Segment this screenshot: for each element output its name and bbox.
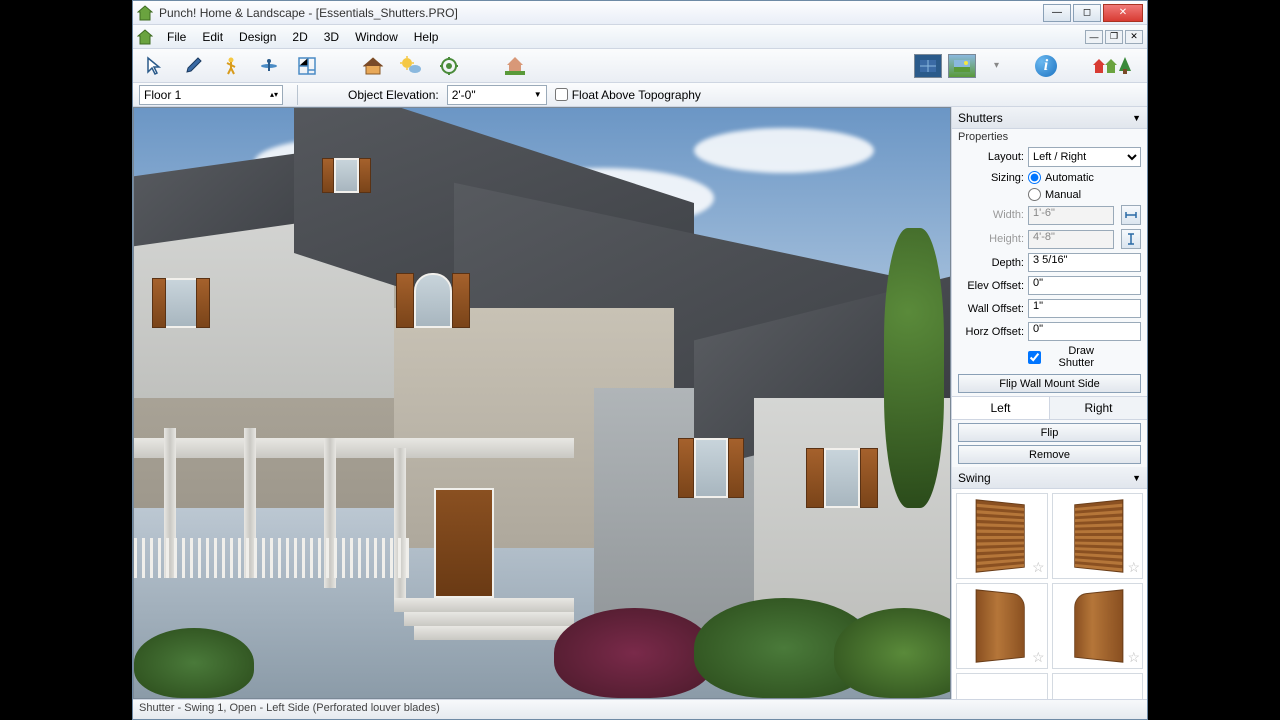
chevron-down-icon: ▼ xyxy=(534,90,542,99)
section-header-swing[interactable]: Swing ▼ xyxy=(952,467,1147,489)
section-title: Shutters xyxy=(958,111,1003,125)
tab-right[interactable]: Right xyxy=(1049,397,1147,419)
menu-2d[interactable]: 2D xyxy=(284,28,315,46)
titlebar: Punch! Home & Landscape - [Essentials_Sh… xyxy=(133,1,1147,25)
horz-offset-input[interactable]: 0" xyxy=(1028,322,1141,341)
mdi-close-button[interactable]: ✕ xyxy=(1125,30,1143,44)
blueprint-view-button[interactable] xyxy=(914,54,942,78)
close-button[interactable]: ✕ xyxy=(1103,4,1143,22)
front-door xyxy=(434,488,494,598)
properties-label: Properties xyxy=(952,129,1147,145)
menu-3d[interactable]: 3D xyxy=(316,28,347,46)
tab-left[interactable]: Left xyxy=(952,397,1049,419)
flip-wall-mount-button[interactable]: Flip Wall Mount Side xyxy=(958,374,1141,393)
floor-value: Floor 1 xyxy=(144,88,181,102)
tree xyxy=(884,228,944,508)
float-topography-checkbox[interactable]: Float Above Topography xyxy=(555,88,701,102)
settings-tool-icon[interactable] xyxy=(435,52,463,80)
app-logo-icon xyxy=(137,29,153,45)
section-header-shutters[interactable]: Shutters ▼ xyxy=(952,107,1147,129)
toolbar: ▾ i xyxy=(133,49,1147,83)
star-icon[interactable]: ☆ xyxy=(1127,649,1140,666)
maximize-button[interactable]: ◻ xyxy=(1073,4,1101,22)
draw-shutter-checkbox[interactable]: Draw Shutter xyxy=(1028,345,1094,369)
fly-tool-icon[interactable] xyxy=(255,52,283,80)
select-tool-icon[interactable] xyxy=(141,52,169,80)
status-text: Shutter - Swing 1, Open - Left Side (Per… xyxy=(139,702,440,714)
height-input: 4'-8" xyxy=(1028,230,1114,249)
menu-edit[interactable]: Edit xyxy=(194,28,231,46)
viewport-3d[interactable] xyxy=(133,107,951,699)
menu-window[interactable]: Window xyxy=(347,28,406,46)
shutter-thumb[interactable]: ☆ xyxy=(1052,493,1144,579)
layout-select[interactable]: Left / Right xyxy=(1028,147,1141,167)
minimize-button[interactable]: — xyxy=(1043,4,1071,22)
elevation-select[interactable]: 2'-0" ▼ xyxy=(447,85,547,105)
menu-design[interactable]: Design xyxy=(231,28,284,46)
main-area: Shutters ▼ Properties Layout: Left / Rig… xyxy=(133,107,1147,699)
sizing-label: Sizing: xyxy=(958,172,1024,184)
height-label: Height: xyxy=(958,233,1024,245)
shutter-thumb[interactable]: ☆ xyxy=(1052,583,1144,669)
app-window: Punch! Home & Landscape - [Essentials_Sh… xyxy=(132,0,1148,720)
float-label: Float Above Topography xyxy=(572,88,701,102)
layout-label: Layout: xyxy=(958,151,1024,163)
shutter-thumb[interactable] xyxy=(956,673,1048,699)
shutter-thumbnails: ☆ ☆ ☆ ☆ xyxy=(952,489,1147,699)
star-icon[interactable]: ☆ xyxy=(1127,559,1140,576)
elev-offset-input[interactable]: 0" xyxy=(1028,276,1141,295)
floorplan-tool-icon[interactable] xyxy=(293,52,321,80)
sizing-manual-radio[interactable]: Manual xyxy=(1028,188,1094,201)
walk-tool-icon[interactable] xyxy=(217,52,245,80)
app-logo-icon xyxy=(137,5,153,21)
landscape-tool-icon[interactable] xyxy=(501,52,529,80)
mdi-minimize-button[interactable]: — xyxy=(1085,30,1103,44)
optionbar: Floor 1 ▴▾ Object Elevation: 2'-0" ▼ Flo… xyxy=(133,83,1147,107)
shutter-thumb[interactable]: ☆ xyxy=(956,493,1048,579)
elev-offset-label: Elev Offset: xyxy=(958,280,1024,292)
depth-input[interactable]: 3 5/16" xyxy=(1028,253,1141,272)
elevation-label: Object Elevation: xyxy=(348,88,439,102)
shutter-thumb[interactable]: ☆ xyxy=(956,583,1048,669)
swing-label: Swing xyxy=(958,471,991,485)
chevron-down-icon: ▼ xyxy=(1132,473,1141,483)
eyedropper-tool-icon[interactable] xyxy=(179,52,207,80)
width-measure-icon[interactable] xyxy=(1121,205,1141,225)
chevron-updown-icon: ▴▾ xyxy=(270,90,278,99)
info-icon[interactable]: i xyxy=(1035,55,1057,77)
sizing-automatic-radio[interactable]: Automatic xyxy=(1028,171,1094,184)
house-tool-icon[interactable] xyxy=(359,52,387,80)
width-input: 1'-6" xyxy=(1028,206,1114,225)
wall-offset-label: Wall Offset: xyxy=(958,303,1024,315)
menu-help[interactable]: Help xyxy=(406,28,447,46)
shutter-thumb[interactable] xyxy=(1052,673,1144,699)
wall-offset-input[interactable]: 1" xyxy=(1028,299,1141,318)
remove-button[interactable]: Remove xyxy=(958,445,1141,464)
render-view-button[interactable] xyxy=(948,54,976,78)
star-icon[interactable]: ☆ xyxy=(1032,559,1045,576)
depth-label: Depth: xyxy=(958,257,1024,269)
color-houses-icon[interactable] xyxy=(1093,55,1139,77)
floor-select[interactable]: Floor 1 ▴▾ xyxy=(139,85,283,105)
mdi-restore-button[interactable]: ❐ xyxy=(1105,30,1123,44)
menubar: File Edit Design 2D 3D Window Help — ❐ ✕ xyxy=(133,25,1147,49)
star-icon[interactable]: ☆ xyxy=(1032,649,1045,666)
elevation-value: 2'-0" xyxy=(452,88,476,102)
weather-tool-icon[interactable] xyxy=(397,52,425,80)
properties-sidebar: Shutters ▼ Properties Layout: Left / Rig… xyxy=(951,107,1147,699)
width-label: Width: xyxy=(958,209,1024,221)
horz-offset-label: Horz Offset: xyxy=(958,326,1024,338)
chevron-down-icon: ▼ xyxy=(1132,113,1141,123)
window-title: Punch! Home & Landscape - [Essentials_Sh… xyxy=(159,6,1043,20)
flip-button[interactable]: Flip xyxy=(958,423,1141,442)
statusbar: Shutter - Swing 1, Open - Left Side (Per… xyxy=(133,699,1147,719)
menu-file[interactable]: File xyxy=(159,28,194,46)
height-measure-icon[interactable] xyxy=(1121,229,1141,249)
